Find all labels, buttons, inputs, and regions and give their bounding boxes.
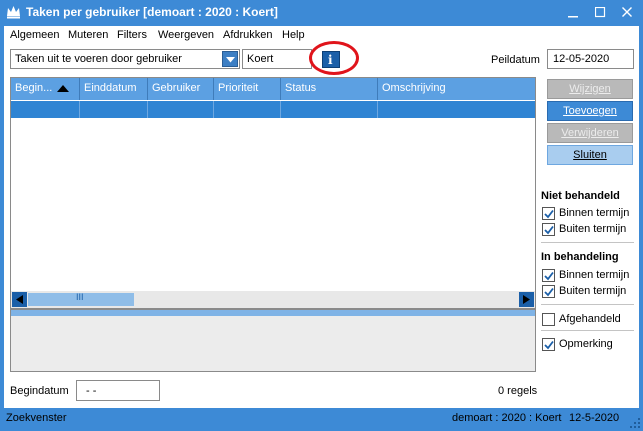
column-header-label: Gebruiker	[152, 82, 201, 94]
grid-header: Begin... Einddatum Gebruiker Prioriteit …	[11, 78, 535, 100]
column-header-label: Prioriteit	[218, 82, 259, 94]
table-cell	[214, 101, 281, 118]
menu-bar: Algemeen Muteren Filters Weergeven Afdru…	[4, 26, 639, 44]
column-header-status[interactable]: Status	[281, 78, 378, 100]
close-button[interactable]	[614, 2, 642, 22]
divider	[541, 304, 634, 305]
sluiten-label: Sluiten	[573, 149, 607, 161]
begindatum-value: - -	[86, 385, 97, 397]
verwijderen-label: Verwijderen	[561, 127, 619, 139]
column-header-begindatum[interactable]: Begin...	[11, 78, 80, 100]
table-cell	[148, 101, 214, 118]
minimize-button[interactable]	[560, 2, 588, 22]
divider	[541, 330, 634, 331]
view-select-value: Taken uit te voeren door gebruiker	[15, 53, 182, 65]
verwijderen-button[interactable]: Verwijderen	[547, 123, 633, 143]
toevoegen-label: Toevoegen	[563, 105, 617, 117]
divider	[541, 242, 634, 243]
checkbox-checked-icon	[542, 207, 555, 220]
checkbox-checked-icon	[542, 223, 555, 236]
scroll-thumb[interactable]: III	[28, 292, 134, 306]
status-context: demoart : 2020 : Koert	[452, 412, 562, 424]
chevron-down-icon[interactable]	[222, 51, 238, 67]
peildatum-value: 12-05-2020	[553, 53, 610, 65]
column-header-label: Einddatum	[84, 82, 137, 94]
checkbox-unchecked-icon	[542, 313, 555, 326]
checkbox-label: Buiten termijn	[559, 285, 627, 297]
highlight-annotation	[309, 41, 359, 75]
detail-panel	[10, 309, 536, 372]
checkbox-label: Binnen termijn	[559, 207, 630, 219]
scroll-thumb-grip: III	[76, 292, 84, 302]
app-window: Taken per gebruiker [demoart : 2020 : Ko…	[0, 0, 643, 431]
column-header-label: Omschrijving	[382, 82, 446, 94]
column-header-label: Status	[285, 82, 317, 94]
peildatum-field[interactable]: 12-05-2020	[547, 49, 634, 69]
column-header-einddatum[interactable]: Einddatum	[80, 78, 148, 100]
wijzigen-button[interactable]: Wijzigen	[547, 79, 633, 99]
wijzigen-label: Wijzigen	[569, 83, 611, 95]
sort-ascending-icon	[57, 85, 69, 92]
column-header-label: Begin...	[15, 82, 53, 94]
resize-grip-icon[interactable]	[630, 418, 640, 428]
table-cell	[80, 101, 148, 118]
begindatum-label: Begindatum	[10, 385, 69, 397]
table-row-selected[interactable]	[11, 101, 535, 118]
begindatum-field[interactable]: - -	[76, 380, 160, 401]
horizontal-scrollbar[interactable]: III	[11, 291, 535, 308]
app-crown-icon	[6, 5, 21, 19]
sluiten-button[interactable]: Sluiten	[547, 145, 633, 165]
checkbox-label: Opmerking	[559, 338, 613, 350]
menu-muteren[interactable]: Muteren	[68, 29, 108, 41]
maximize-button[interactable]	[587, 2, 615, 22]
title-bar[interactable]: Taken per gebruiker [demoart : 2020 : Ko…	[0, 0, 643, 25]
peildatum-label: Peildatum	[491, 54, 540, 66]
column-header-prioriteit[interactable]: Prioriteit	[214, 78, 281, 100]
window-client-area: Algemeen Muteren Filters Weergeven Afdru…	[4, 26, 639, 408]
status-date: 12-5-2020	[569, 412, 620, 424]
menu-help[interactable]: Help	[282, 29, 305, 41]
user-field[interactable]: Koert	[242, 49, 312, 69]
scroll-right-icon[interactable]	[519, 292, 534, 307]
menu-weergeven[interactable]: Weergeven	[158, 29, 214, 41]
column-header-omschrijving[interactable]: Omschrijving	[378, 78, 535, 100]
splitter-bar[interactable]	[11, 310, 535, 316]
table-cell	[281, 101, 378, 118]
checkbox-label: Afgehandeld	[559, 313, 621, 325]
menu-filters[interactable]: Filters	[117, 29, 147, 41]
task-grid[interactable]: Begin... Einddatum Gebruiker Prioriteit …	[10, 77, 536, 309]
menu-algemeen[interactable]: Algemeen	[10, 29, 60, 41]
column-header-gebruiker[interactable]: Gebruiker	[148, 78, 214, 100]
checkbox-label: Buiten termijn	[559, 223, 627, 235]
table-cell	[11, 101, 80, 118]
window-title: Taken per gebruiker [demoart : 2020 : Ko…	[26, 5, 278, 19]
checkbox-checked-icon	[542, 338, 555, 351]
user-field-value: Koert	[247, 53, 274, 65]
in-behandeling-title: In behandeling	[541, 251, 619, 263]
checkbox-label: Binnen termijn	[559, 269, 630, 281]
checkbox-checked-icon	[542, 285, 555, 298]
row-count: 0 regels	[498, 385, 538, 397]
toevoegen-button[interactable]: Toevoegen	[547, 101, 633, 121]
menu-afdrukken[interactable]: Afdrukken	[223, 29, 273, 41]
scroll-left-icon[interactable]	[12, 292, 27, 307]
status-text: Zoekvenster	[6, 412, 67, 424]
status-bar: Zoekvenster demoart : 2020 : Koert 12-5-…	[0, 408, 643, 431]
niet-behandeld-title: Niet behandeld	[541, 190, 620, 202]
view-select[interactable]: Taken uit te voeren door gebruiker	[10, 49, 240, 69]
checkbox-checked-icon	[542, 269, 555, 282]
